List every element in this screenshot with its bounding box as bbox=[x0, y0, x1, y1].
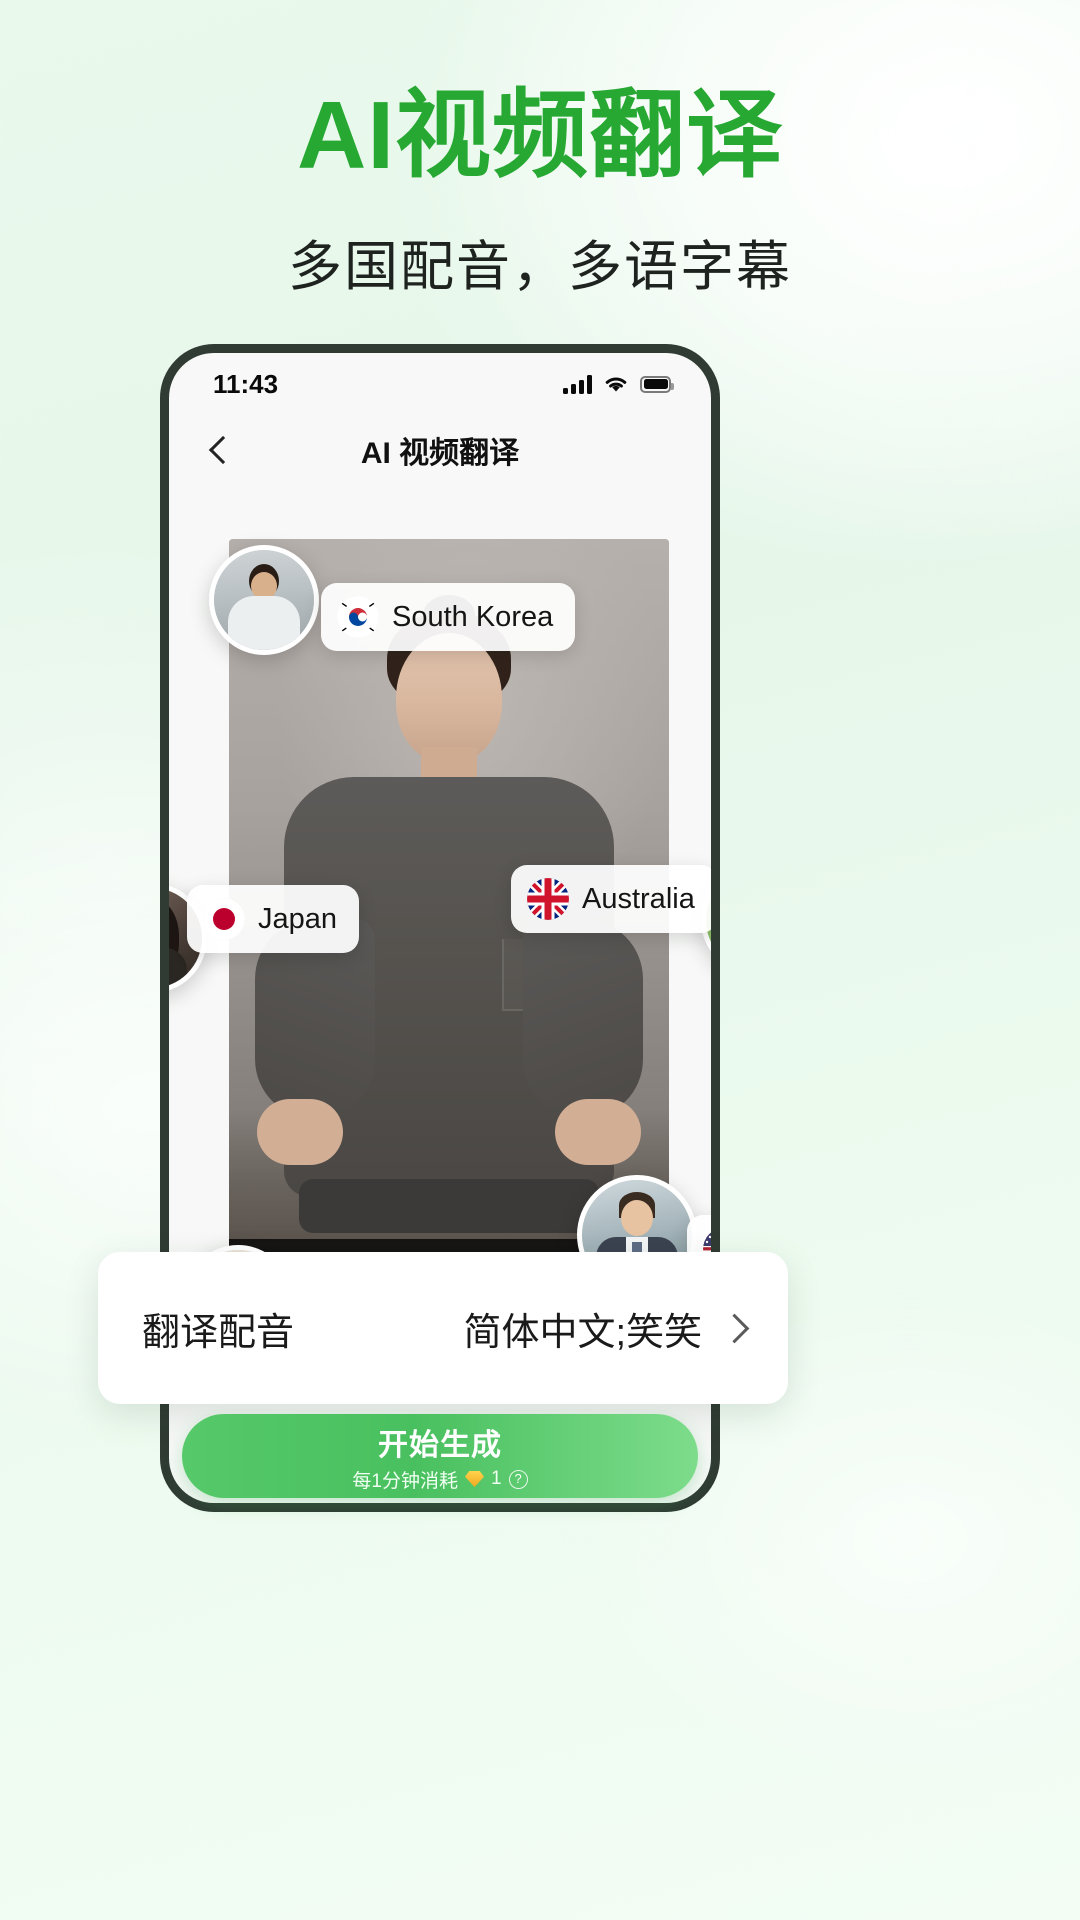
subject-hand-left bbox=[257, 1099, 343, 1165]
start-generate-label: 开始生成 bbox=[378, 1428, 502, 1462]
signal-icon bbox=[563, 374, 592, 394]
badge-south-korea[interactable]: South Korea bbox=[321, 583, 576, 651]
status-bar: 11:43 bbox=[169, 353, 711, 415]
flag-australia-icon bbox=[527, 878, 569, 920]
subject-head bbox=[396, 633, 502, 763]
cost-amount: 1 bbox=[491, 1468, 502, 1489]
translation-dubbing-row[interactable]: 翻译配音 简体中文;笑笑 bbox=[98, 1252, 788, 1404]
cost-prefix: 每1分钟消耗 bbox=[352, 1470, 458, 1492]
gem-icon bbox=[465, 1471, 484, 1487]
badge-japan[interactable]: Japan bbox=[187, 885, 360, 953]
start-generate-button[interactable]: 开始生成 每1分钟消耗 1 ? bbox=[182, 1414, 698, 1498]
subject-mat bbox=[299, 1179, 599, 1233]
badge-label: Australia bbox=[582, 882, 695, 915]
subject-arm-right bbox=[523, 919, 643, 1119]
status-icons bbox=[563, 374, 674, 394]
translation-dubbing-value: 简体中文;笑笑 bbox=[463, 1311, 702, 1354]
flag-japan-icon bbox=[203, 898, 245, 940]
question-icon[interactable]: ? bbox=[508, 1469, 528, 1489]
page-subtitle: 多国配音，多语字幕 bbox=[288, 237, 792, 297]
page-title: AI视频翻译 bbox=[297, 82, 783, 189]
wifi-icon bbox=[605, 377, 627, 392]
chevron-right-icon[interactable] bbox=[724, 1318, 744, 1338]
battery-icon bbox=[640, 375, 674, 393]
badge-australia[interactable]: Australia bbox=[511, 865, 711, 933]
badge-label: South Korea bbox=[392, 600, 554, 633]
avatar-image bbox=[214, 550, 314, 650]
avatar-korean-man[interactable] bbox=[209, 545, 319, 655]
cost-hint: 每1分钟消耗 1 ? bbox=[352, 1466, 528, 1493]
subject-hand-right bbox=[555, 1099, 641, 1165]
navbar: AI 视频翻译 bbox=[169, 415, 711, 485]
translation-dubbing-value-group[interactable]: 简体中文;笑笑 bbox=[463, 1301, 744, 1356]
nav-title: AI 视频翻译 bbox=[360, 437, 520, 470]
flag-south-korea-icon bbox=[337, 596, 379, 638]
status-time: 11:43 bbox=[213, 368, 279, 399]
translation-dubbing-label: 翻译配音 bbox=[142, 1311, 295, 1354]
badge-label: Japan bbox=[258, 902, 338, 935]
